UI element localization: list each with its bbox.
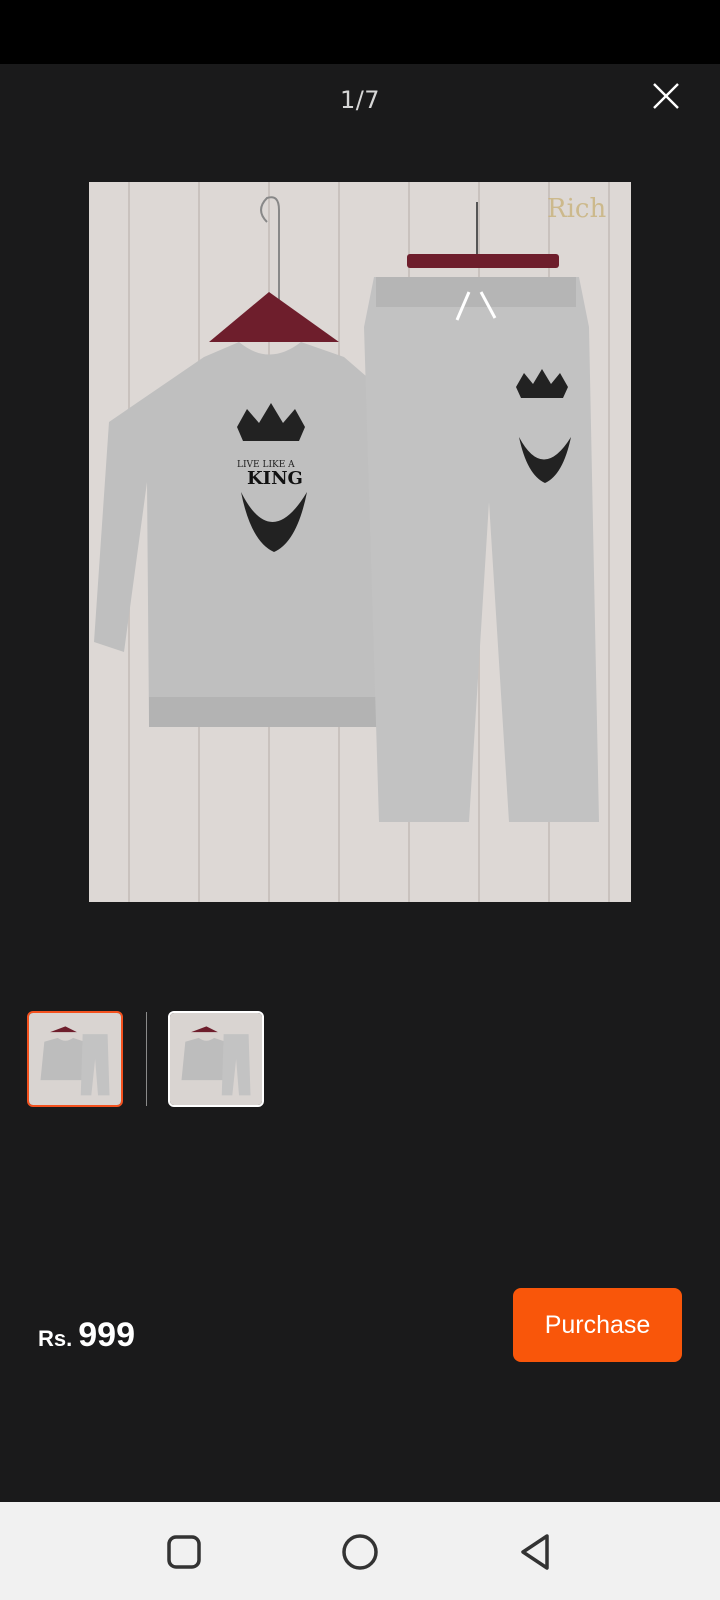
back-icon xyxy=(521,1534,549,1570)
close-button[interactable] xyxy=(646,76,686,116)
print-title: KING xyxy=(247,468,303,489)
recent-apps-button[interactable] xyxy=(160,1528,208,1576)
purchase-button[interactable]: Purchase xyxy=(513,1288,682,1362)
back-button[interactable] xyxy=(512,1528,560,1576)
close-icon xyxy=(653,83,679,109)
status-bar xyxy=(0,0,720,64)
price-currency: Rs. xyxy=(38,1326,73,1351)
thumbnail-1[interactable] xyxy=(27,1011,123,1107)
watermark-text: Rich xyxy=(547,194,607,224)
image-counter: 1/7 xyxy=(339,86,381,114)
price-amount: 999 xyxy=(78,1316,135,1354)
recent-apps-icon xyxy=(167,1535,201,1569)
home-icon xyxy=(342,1534,378,1570)
thumbnail-divider xyxy=(146,1012,147,1106)
price: Rs. 999 xyxy=(38,1316,135,1355)
thumbnail-2[interactable] xyxy=(168,1011,264,1107)
home-button[interactable] xyxy=(336,1528,384,1576)
product-image[interactable]: Rich LIVE LIKE A KING xyxy=(89,182,631,902)
navigation-bar xyxy=(0,1502,720,1600)
